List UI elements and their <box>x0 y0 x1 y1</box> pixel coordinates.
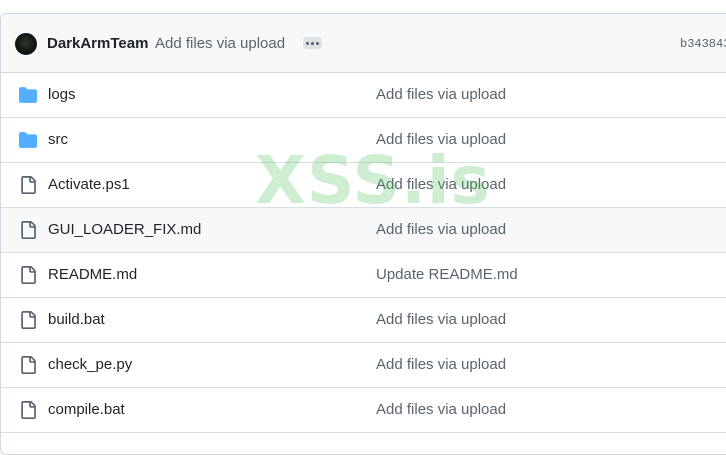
commit-message-link[interactable]: Add files via upload <box>376 221 506 238</box>
file-row[interactable]: compile.bat Add files via upload <box>1 388 726 433</box>
file-name-link[interactable]: check_pe.py <box>48 356 132 373</box>
author-avatar[interactable] <box>15 33 37 55</box>
commit-message-link[interactable]: Add files via upload <box>376 176 506 193</box>
file-name-link[interactable]: GUI_LOADER_FIX.md <box>48 221 201 238</box>
latest-commit-header: DarkArmTeam Add files via upload b343843 <box>1 14 726 73</box>
commit-message-link[interactable]: Add files via upload <box>376 131 506 148</box>
commit-author-link[interactable]: DarkArmTeam <box>47 35 148 52</box>
file-icon <box>21 356 36 374</box>
commit-message-link[interactable]: Update README.md <box>376 266 518 283</box>
file-list: logs Add files via upload src Add files … <box>1 73 726 433</box>
file-icon <box>21 176 36 194</box>
file-name-link[interactable]: build.bat <box>48 311 105 328</box>
file-browser: DarkArmTeam Add files via upload b343843… <box>0 13 726 455</box>
folder-icon <box>19 87 37 103</box>
file-name-link[interactable]: logs <box>48 86 76 103</box>
file-icon <box>21 401 36 419</box>
folder-icon <box>19 132 37 148</box>
file-icon <box>21 221 36 239</box>
commit-message-link[interactable]: Add files via upload <box>376 401 506 418</box>
file-icon <box>21 311 36 329</box>
commit-message-link[interactable]: Add files via upload <box>376 311 506 328</box>
file-row[interactable]: src Add files via upload <box>1 118 726 163</box>
file-row[interactable]: logs Add files via upload <box>1 73 726 118</box>
kebab-horizontal-icon[interactable] <box>303 37 322 49</box>
file-row[interactable]: build.bat Add files via upload <box>1 298 726 343</box>
commit-sha-link[interactable]: b343843 <box>680 37 726 51</box>
commit-message-link[interactable]: Add files via upload <box>376 86 506 103</box>
file-name-link[interactable]: Activate.ps1 <box>48 176 130 193</box>
commit-message-link[interactable]: Add files via upload <box>155 35 285 52</box>
file-name-link[interactable]: README.md <box>48 266 137 283</box>
commit-message-link[interactable]: Add files via upload <box>376 356 506 373</box>
file-name-link[interactable]: compile.bat <box>48 401 125 418</box>
file-icon <box>21 266 36 284</box>
file-name-link[interactable]: src <box>48 131 68 148</box>
file-row[interactable]: Activate.ps1 Add files via upload <box>1 163 726 208</box>
file-row[interactable]: check_pe.py Add files via upload <box>1 343 726 388</box>
file-row[interactable]: README.md Update README.md <box>1 253 726 298</box>
file-row[interactable]: GUI_LOADER_FIX.md Add files via upload <box>1 208 726 253</box>
